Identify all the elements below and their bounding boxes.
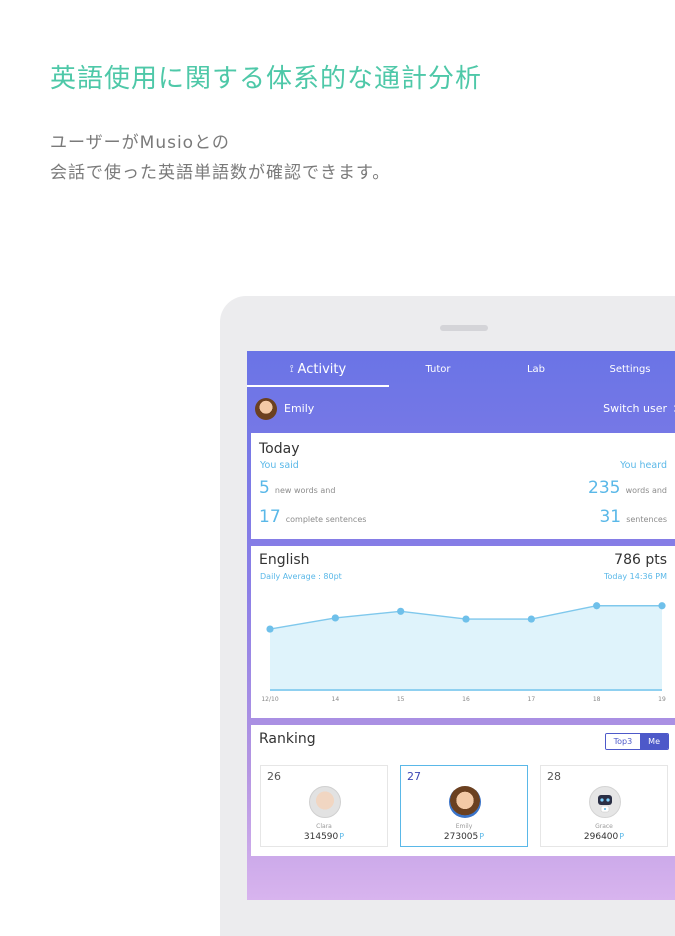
rank-name: Grace [595,823,613,830]
rank-points-unit: P [619,832,625,841]
chart-point-0[interactable] [266,625,274,633]
chart-point-3[interactable] [462,615,470,623]
heard-words-row: 235 words and [588,478,667,498]
said-words-row: 5 new words and [259,478,335,498]
chart-point-6[interactable] [658,602,666,610]
rank-points-row: 296400P [541,832,667,842]
tab-activity-label: Activity [297,361,347,377]
english-title: English [259,552,310,568]
today-card: Today You said You heard 5 new words and… [251,433,675,539]
rank-points-unit: P [339,832,345,841]
heard-words-count: 235 [588,478,621,498]
promo-subline-2: 会話で使った英語単語数が確認できます。 [50,163,391,183]
activity-icon: ⟟ [289,363,294,375]
rank-card-27[interactable]: 27 Emily 273005P [400,765,528,847]
heard-words-label: words and [625,486,667,495]
chart-point-2[interactable] [397,607,405,615]
english-area-chart: 12/10 14 15 16 17 18 19 [261,602,666,703]
chart-x-tick-0: 12/10 [261,696,278,703]
chart-x-tick-1: 14 [332,696,340,703]
rank-number: 28 [547,770,561,783]
tab-bar: ⟟ Activity Tutor Lab Settings [247,351,675,387]
user-bar: Emily Switch user › [247,387,675,431]
english-card: English 786 pts Daily Average : 80pt Tod… [251,546,675,718]
you-heard-label: You heard [620,460,667,471]
chart-x-tick-3: 16 [462,696,470,703]
robot-avatar [589,786,621,818]
tab-tutor[interactable]: Tutor [389,351,487,387]
rank-points: 314590 [303,832,339,842]
toggle-me[interactable]: Me [640,734,668,749]
rank-name: Emily [455,823,473,830]
tablet-speaker [440,325,488,331]
english-points: 786 pts [614,552,667,568]
user-name: Emily [284,402,315,415]
you-said-label: You said [260,460,299,471]
toggle-top3[interactable]: Top3 [605,734,641,749]
ranking-title: Ranking [259,731,316,747]
user-avatar [255,398,277,420]
promo-subline-1: ユーザーがMusioとの [50,133,230,153]
today-title: Today [259,441,300,457]
said-sentences-label: complete sentences [285,515,367,524]
rank-name: Clara [316,823,332,830]
rank-card-28[interactable]: 28 Grace 296400P [540,765,668,847]
chart-x-tick-2: 15 [397,696,405,703]
chart-point-4[interactable] [527,615,535,623]
said-words-count: 5 [259,478,270,498]
rank-card-26[interactable]: 26 Clara 314590P [260,765,388,847]
rank-points-unit: P [479,832,485,841]
tab-activity[interactable]: ⟟ Activity [247,351,389,387]
avatar [309,786,341,818]
heard-sentences-count: 31 [599,507,622,527]
heard-sentences-label: sentences [626,515,667,524]
said-sentences-count: 17 [259,507,281,527]
rank-number: 26 [267,770,281,783]
rank-points-row: 314590P [261,832,387,842]
tab-lab[interactable]: Lab [487,351,585,387]
said-sentences-row: 17 complete sentences [259,507,366,527]
switch-user-button[interactable]: Switch user › [603,401,675,416]
said-words-label: new words and [274,486,336,495]
ranking-toggle: Top3 Me [604,733,669,750]
ranking-card: Ranking Top3 Me 26 Clara 314590P 27 Emil… [251,725,675,856]
chart-x-tick-5: 18 [593,696,601,703]
chart-x-tick-6: 19 [658,696,666,703]
app-screen: ⟟ Activity Tutor Lab Settings Emily Swit… [247,351,675,900]
heard-sentences-row: 31 sentences [599,507,667,527]
promo-headline: 英語使用に関する体系的な通計分析 [50,64,483,94]
chart-x-tick-4: 17 [528,696,536,703]
rank-number: 27 [407,770,421,783]
rank-points: 296400 [583,832,619,842]
robot-icon [598,795,612,813]
tab-lab-label: Lab [526,363,546,375]
tab-settings[interactable]: Settings [585,351,675,387]
rank-points: 273005 [443,832,479,842]
chart-point-1[interactable] [331,614,339,622]
rank-points-row: 273005P [401,832,527,842]
chart-point-5[interactable] [593,602,601,610]
switch-user-label: Switch user [603,402,667,415]
tab-tutor-label: Tutor [425,363,451,375]
avatar [449,786,481,818]
tab-settings-label: Settings [609,363,651,375]
